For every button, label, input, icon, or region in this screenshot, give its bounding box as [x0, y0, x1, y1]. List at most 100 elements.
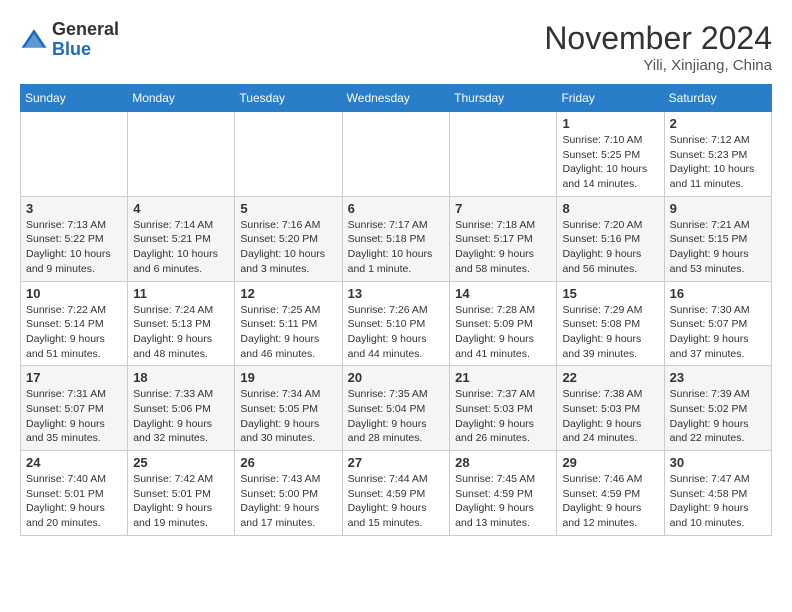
day-number: 27: [348, 455, 444, 470]
calendar-cell: 20 Sunrise: 7:35 AM Sunset: 5:04 PM Dayli…: [342, 366, 449, 451]
day-number: 21: [455, 370, 551, 385]
day-number: 4: [133, 201, 229, 216]
day-number: 29: [562, 455, 658, 470]
calendar-week-row: 24 Sunrise: 7:40 AM Sunset: 5:01 PM Dayli…: [21, 451, 772, 536]
day-info: Sunrise: 7:26 AM Sunset: 5:10 PM Dayligh…: [348, 303, 444, 362]
page-header: General Blue November 2024 Yili, Xinjian…: [20, 20, 772, 74]
weekday-header: Tuesday: [235, 85, 342, 112]
calendar-cell: [128, 112, 235, 197]
day-number: 7: [455, 201, 551, 216]
calendar-cell: 23Sunrise: 7:39 AM Sunset: 5:02 PM Dayli…: [664, 366, 771, 451]
logo: General Blue: [20, 20, 119, 60]
day-number: 10: [26, 286, 122, 301]
calendar-cell: 24 Sunrise: 7:40 AM Sunset: 5:01 PM Dayli…: [21, 451, 128, 536]
calendar-cell: 2 Sunrise: 7:12 AM Sunset: 5:23 PM Daylig…: [664, 112, 771, 197]
calendar-cell: 17 Sunrise: 7:31 AM Sunset: 5:07 PM Dayli…: [21, 366, 128, 451]
day-number: 13: [348, 286, 444, 301]
day-number: 30: [670, 455, 766, 470]
calendar-cell: 29 Sunrise: 7:46 AM Sunset: 4:59 PM Dayli…: [557, 451, 664, 536]
day-info: Sunrise: 7:35 AM Sunset: 5:04 PM Dayligh…: [348, 387, 444, 446]
day-number: 2: [670, 116, 766, 131]
day-number: 11: [133, 286, 229, 301]
calendar-cell: 22 Sunrise: 7:38 AM Sunset: 5:03 PM Dayli…: [557, 366, 664, 451]
day-number: 20: [348, 370, 444, 385]
day-number: 8: [562, 201, 658, 216]
day-info: Sunrise: 7:40 AM Sunset: 5:01 PM Dayligh…: [26, 472, 122, 531]
calendar-week-row: 17 Sunrise: 7:31 AM Sunset: 5:07 PM Dayli…: [21, 366, 772, 451]
day-number: 24: [26, 455, 122, 470]
calendar-cell: 4 Sunrise: 7:14 AM Sunset: 5:21 PM Daylig…: [128, 196, 235, 281]
calendar-cell: 21 Sunrise: 7:37 AM Sunset: 5:03 PM Dayli…: [450, 366, 557, 451]
day-number: 1: [562, 116, 658, 131]
day-number: 18: [133, 370, 229, 385]
weekday-header: Wednesday: [342, 85, 449, 112]
day-number: 23: [670, 370, 766, 385]
calendar-cell: 18 Sunrise: 7:33 AM Sunset: 5:06 PM Dayli…: [128, 366, 235, 451]
calendar-cell: [450, 112, 557, 197]
calendar-cell: [342, 112, 449, 197]
day-number: 3: [26, 201, 122, 216]
day-info: Sunrise: 7:18 AM Sunset: 5:17 PM Dayligh…: [455, 218, 551, 277]
day-info: Sunrise: 7:14 AM Sunset: 5:21 PM Dayligh…: [133, 218, 229, 277]
day-info: Sunrise: 7:24 AM Sunset: 5:13 PM Dayligh…: [133, 303, 229, 362]
calendar-cell: 30 Sunrise: 7:47 AM Sunset: 4:58 PM Dayli…: [664, 451, 771, 536]
day-info: Sunrise: 7:12 AM Sunset: 5:23 PM Dayligh…: [670, 133, 766, 192]
day-info: Sunrise: 7:38 AM Sunset: 5:03 PM Dayligh…: [562, 387, 658, 446]
day-info: Sunrise: 7:47 AM Sunset: 4:58 PM Dayligh…: [670, 472, 766, 531]
calendar-cell: [21, 112, 128, 197]
day-number: 22: [562, 370, 658, 385]
calendar-cell: 14 Sunrise: 7:28 AM Sunset: 5:09 PM Dayli…: [450, 281, 557, 366]
day-number: 25: [133, 455, 229, 470]
weekday-header: Sunday: [21, 85, 128, 112]
day-number: 15: [562, 286, 658, 301]
calendar-week-row: 1 Sunrise: 7:10 AM Sunset: 5:25 PM Daylig…: [21, 112, 772, 197]
day-info: Sunrise: 7:37 AM Sunset: 5:03 PM Dayligh…: [455, 387, 551, 446]
day-info: Sunrise: 7:44 AM Sunset: 4:59 PM Dayligh…: [348, 472, 444, 531]
day-number: 12: [240, 286, 336, 301]
calendar-week-row: 3 Sunrise: 7:13 AM Sunset: 5:22 PM Daylig…: [21, 196, 772, 281]
day-info: Sunrise: 7:45 AM Sunset: 4:59 PM Dayligh…: [455, 472, 551, 531]
day-number: 9: [670, 201, 766, 216]
calendar-cell: 1 Sunrise: 7:10 AM Sunset: 5:25 PM Daylig…: [557, 112, 664, 197]
logo-general: General: [52, 19, 119, 39]
title-block: November 2024 Yili, Xinjiang, China: [544, 20, 772, 74]
day-info: Sunrise: 7:16 AM Sunset: 5:20 PM Dayligh…: [240, 218, 336, 277]
day-info: Sunrise: 7:20 AM Sunset: 5:16 PM Dayligh…: [562, 218, 658, 277]
day-info: Sunrise: 7:43 AM Sunset: 5:00 PM Dayligh…: [240, 472, 336, 531]
day-number: 19: [240, 370, 336, 385]
day-info: Sunrise: 7:17 AM Sunset: 5:18 PM Dayligh…: [348, 218, 444, 277]
day-info: Sunrise: 7:31 AM Sunset: 5:07 PM Dayligh…: [26, 387, 122, 446]
calendar-cell: 7 Sunrise: 7:18 AM Sunset: 5:17 PM Daylig…: [450, 196, 557, 281]
day-info: Sunrise: 7:21 AM Sunset: 5:15 PM Dayligh…: [670, 218, 766, 277]
calendar-cell: 12 Sunrise: 7:25 AM Sunset: 5:11 PM Dayli…: [235, 281, 342, 366]
calendar-week-row: 10 Sunrise: 7:22 AM Sunset: 5:14 PM Dayli…: [21, 281, 772, 366]
day-info: Sunrise: 7:25 AM Sunset: 5:11 PM Dayligh…: [240, 303, 336, 362]
weekday-header: Monday: [128, 85, 235, 112]
day-number: 26: [240, 455, 336, 470]
calendar-cell: 26 Sunrise: 7:43 AM Sunset: 5:00 PM Dayli…: [235, 451, 342, 536]
calendar-cell: 25Sunrise: 7:42 AM Sunset: 5:01 PM Dayli…: [128, 451, 235, 536]
day-number: 17: [26, 370, 122, 385]
calendar-cell: 16Sunrise: 7:30 AM Sunset: 5:07 PM Dayli…: [664, 281, 771, 366]
day-number: 5: [240, 201, 336, 216]
logo-blue: Blue: [52, 39, 91, 59]
day-info: Sunrise: 7:33 AM Sunset: 5:06 PM Dayligh…: [133, 387, 229, 446]
day-number: 14: [455, 286, 551, 301]
day-number: 28: [455, 455, 551, 470]
calendar-cell: 19Sunrise: 7:34 AM Sunset: 5:05 PM Dayli…: [235, 366, 342, 451]
day-info: Sunrise: 7:10 AM Sunset: 5:25 PM Dayligh…: [562, 133, 658, 192]
day-info: Sunrise: 7:13 AM Sunset: 5:22 PM Dayligh…: [26, 218, 122, 277]
calendar-cell: 9 Sunrise: 7:21 AM Sunset: 5:15 PM Daylig…: [664, 196, 771, 281]
day-info: Sunrise: 7:29 AM Sunset: 5:08 PM Dayligh…: [562, 303, 658, 362]
weekday-header: Thursday: [450, 85, 557, 112]
calendar-cell: 6Sunrise: 7:17 AM Sunset: 5:18 PM Daylig…: [342, 196, 449, 281]
calendar-cell: [235, 112, 342, 197]
calendar-cell: 13 Sunrise: 7:26 AM Sunset: 5:10 PM Dayli…: [342, 281, 449, 366]
day-info: Sunrise: 7:28 AM Sunset: 5:09 PM Dayligh…: [455, 303, 551, 362]
day-info: Sunrise: 7:22 AM Sunset: 5:14 PM Dayligh…: [26, 303, 122, 362]
day-info: Sunrise: 7:30 AM Sunset: 5:07 PM Dayligh…: [670, 303, 766, 362]
day-info: Sunrise: 7:46 AM Sunset: 4:59 PM Dayligh…: [562, 472, 658, 531]
calendar-cell: 10 Sunrise: 7:22 AM Sunset: 5:14 PM Dayli…: [21, 281, 128, 366]
calendar-cell: 5 Sunrise: 7:16 AM Sunset: 5:20 PM Daylig…: [235, 196, 342, 281]
calendar-cell: 27 Sunrise: 7:44 AM Sunset: 4:59 PM Dayli…: [342, 451, 449, 536]
